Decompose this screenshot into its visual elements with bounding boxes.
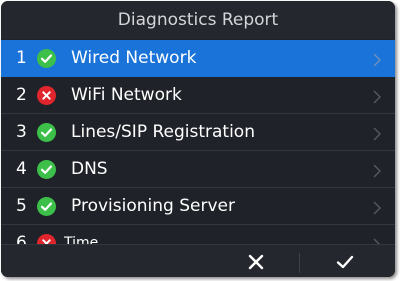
check-circle-icon (37, 197, 56, 216)
item-label: Time (64, 235, 99, 244)
list-item-wifi-network[interactable]: 2 WiFi Network (1, 77, 395, 114)
item-number: 6 (16, 233, 27, 244)
chevron-right-icon (373, 89, 381, 104)
close-icon[interactable] (245, 252, 267, 272)
diagnostics-report-window: Diagnostics Report 1 Wired Network 2 WiF… (1, 1, 395, 277)
check-circle-icon (37, 49, 56, 68)
check-circle-icon (37, 160, 56, 179)
softkey-divider (299, 253, 300, 273)
item-label: DNS (71, 159, 108, 179)
check-circle-icon (37, 123, 56, 142)
chevron-right-icon (373, 126, 381, 141)
item-label: WiFi Network (71, 85, 182, 105)
list-item-wired-network[interactable]: 1 Wired Network (1, 40, 395, 77)
chevron-right-icon (373, 200, 381, 215)
x-circle-icon (37, 86, 56, 105)
chevron-right-icon (373, 237, 381, 244)
checkmark-icon[interactable] (334, 252, 356, 272)
page-title: Diagnostics Report (1, 1, 395, 39)
diagnostics-list: 1 Wired Network 2 WiFi Network 3 Lines/S… (1, 40, 395, 244)
item-number: 1 (16, 48, 27, 68)
list-item-dns[interactable]: 4 DNS (1, 151, 395, 188)
item-number: 3 (16, 122, 27, 142)
item-number: 2 (16, 85, 27, 105)
list-item-time[interactable]: 6 Time (1, 225, 395, 244)
x-circle-icon (37, 234, 56, 244)
item-number: 4 (16, 159, 27, 179)
item-label: Lines/SIP Registration (71, 122, 255, 142)
item-number: 5 (16, 196, 27, 216)
chevron-right-icon (373, 52, 381, 67)
list-item-lines-sip-registration[interactable]: 3 Lines/SIP Registration (1, 114, 395, 151)
list-item-provisioning-server[interactable]: 5 Provisioning Server (1, 188, 395, 225)
softkey-bar (1, 244, 395, 277)
item-label: Wired Network (71, 48, 197, 68)
chevron-right-icon (373, 163, 381, 178)
item-label: Provisioning Server (71, 196, 235, 216)
